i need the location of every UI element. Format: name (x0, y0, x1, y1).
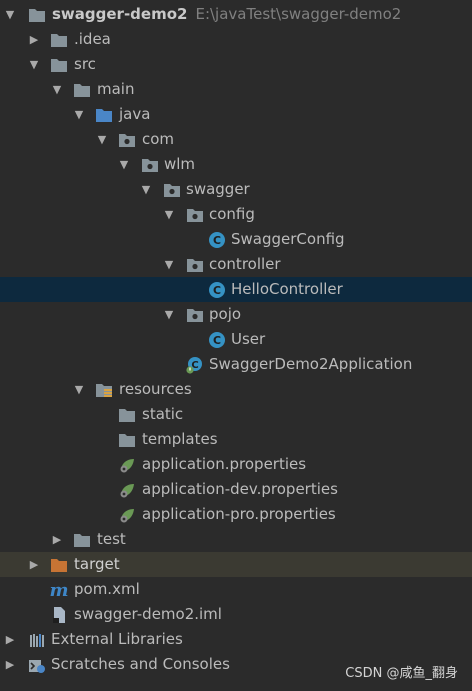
chevron-down-icon[interactable]: ▼ (28, 52, 40, 77)
tree-item-external-libraries[interactable]: ▶ External Libraries (0, 627, 472, 652)
folder-icon (118, 406, 136, 424)
chevron-right-icon[interactable]: ▶ (4, 627, 16, 652)
tree-item-resources[interactable]: ▼ resources (0, 377, 472, 402)
chevron-down-icon[interactable]: ▼ (163, 302, 175, 327)
folder-icon (73, 81, 91, 99)
resources-folder-icon (95, 381, 113, 399)
tree-item-main[interactable]: ▼ main (0, 77, 472, 102)
chevron-right-icon[interactable]: ▶ (4, 652, 16, 677)
tree-item-application-pro-properties[interactable]: application-pro.properties (0, 502, 472, 527)
package-icon (186, 206, 204, 224)
tree-item-label: External Libraries (51, 630, 183, 648)
chevron-down-icon[interactable]: ▼ (140, 177, 152, 202)
folder-icon (28, 6, 46, 24)
tree-item-label: wlm (164, 155, 196, 173)
project-tree: ▼ swagger-demo2 E:\javaTest\swagger-demo2… (0, 0, 472, 675)
chevron-down-icon[interactable]: ▼ (96, 127, 108, 152)
tree-item-pom-xml[interactable]: pom.xml (0, 577, 472, 602)
project-path: E:\javaTest\swagger-demo2 (195, 5, 402, 23)
folder-icon (118, 431, 136, 449)
package-icon (118, 131, 136, 149)
tree-item-label: application.properties (142, 455, 307, 473)
tree-item-label: HelloController (231, 280, 343, 298)
excluded-folder-icon (50, 556, 68, 574)
class-icon (208, 231, 226, 249)
folder-icon (50, 56, 68, 74)
chevron-right-icon[interactable]: ▶ (51, 527, 63, 552)
tree-item-label: User (231, 330, 266, 348)
tree-item-idea[interactable]: ▶ .idea (0, 27, 472, 52)
folder-icon (50, 31, 68, 49)
tree-item-static[interactable]: static (0, 402, 472, 427)
tree-item-swagger-config[interactable]: SwaggerConfig (0, 227, 472, 252)
tree-item-label: swagger-demo2.iml (74, 605, 222, 623)
spring-boot-app-icon (186, 356, 204, 374)
package-icon (141, 156, 159, 174)
tree-item-com[interactable]: ▼ com (0, 127, 472, 152)
project-name: swagger-demo2 (52, 5, 188, 23)
package-icon (186, 306, 204, 324)
chevron-down-icon[interactable]: ▼ (73, 102, 85, 127)
watermark: CSDN @咸鱼_翻身 (345, 666, 458, 681)
tree-item-label: test (97, 530, 126, 548)
chevron-down-icon[interactable]: ▼ (118, 152, 130, 177)
tree-item-label: .idea (74, 30, 111, 48)
maven-icon (50, 581, 68, 599)
tree-item-label: templates (142, 430, 218, 448)
tree-item-label: main (97, 80, 135, 98)
tree-item-label: pojo (209, 305, 242, 323)
tree-item-label: target (74, 555, 120, 573)
package-icon (186, 256, 204, 274)
chevron-down-icon[interactable]: ▼ (51, 77, 63, 102)
tree-item-label: SwaggerConfig (231, 230, 345, 248)
tree-item-label: java (119, 105, 151, 123)
spring-properties-icon (118, 456, 136, 474)
tree-item-label: application-pro.properties (142, 505, 336, 523)
tree-item-iml[interactable]: swagger-demo2.iml (0, 602, 472, 627)
chevron-down-icon[interactable]: ▼ (163, 252, 175, 277)
tree-item-swagger-demo2-application[interactable]: SwaggerDemo2Application (0, 352, 472, 377)
scratches-icon (28, 656, 46, 674)
tree-item-label: static (142, 405, 184, 423)
package-icon (163, 181, 181, 199)
spring-properties-icon (118, 481, 136, 499)
tree-item-label: controller (209, 255, 281, 273)
tree-item-label: swagger (186, 180, 250, 198)
folder-icon (73, 531, 91, 549)
tree-item-controller[interactable]: ▼ controller (0, 252, 472, 277)
chevron-down-icon[interactable]: ▼ (163, 202, 175, 227)
tree-item-test[interactable]: ▶ test (0, 527, 472, 552)
libraries-icon (28, 631, 46, 649)
tree-item-config[interactable]: ▼ config (0, 202, 472, 227)
tree-item-label: Scratches and Consoles (51, 655, 230, 673)
tree-item-user[interactable]: User (0, 327, 472, 352)
spring-properties-icon (118, 506, 136, 524)
class-icon (208, 331, 226, 349)
class-icon (208, 281, 226, 299)
tree-item-label: application-dev.properties (142, 480, 338, 498)
tree-item-label: SwaggerDemo2Application (209, 355, 413, 373)
tree-item-hello-controller[interactable]: HelloController (0, 277, 472, 302)
tree-item-label: pom.xml (74, 580, 140, 598)
tree-item-label: com (142, 130, 175, 148)
tree-item-templates[interactable]: templates (0, 427, 472, 452)
chevron-right-icon[interactable]: ▶ (28, 27, 40, 52)
tree-item-src[interactable]: ▼ src (0, 52, 472, 77)
tree-item-application-dev-properties[interactable]: application-dev.properties (0, 477, 472, 502)
source-folder-icon (95, 106, 113, 124)
tree-item-label: src (74, 55, 96, 73)
tree-item-wlm[interactable]: ▼ wlm (0, 152, 472, 177)
chevron-right-icon[interactable]: ▶ (28, 552, 40, 577)
iml-file-icon (50, 606, 68, 624)
chevron-down-icon[interactable]: ▼ (73, 377, 85, 402)
tree-item-label: config (209, 205, 255, 223)
tree-item-swagger[interactable]: ▼ swagger (0, 177, 472, 202)
tree-item-pojo[interactable]: ▼ pojo (0, 302, 472, 327)
tree-item-target[interactable]: ▶ target (0, 552, 472, 577)
tree-item-label: resources (119, 380, 192, 398)
tree-item-project-root[interactable]: ▼ swagger-demo2 E:\javaTest\swagger-demo2 (0, 2, 472, 27)
chevron-down-icon[interactable]: ▼ (4, 2, 16, 27)
tree-item-java[interactable]: ▼ java (0, 102, 472, 127)
tree-item-application-properties[interactable]: application.properties (0, 452, 472, 477)
